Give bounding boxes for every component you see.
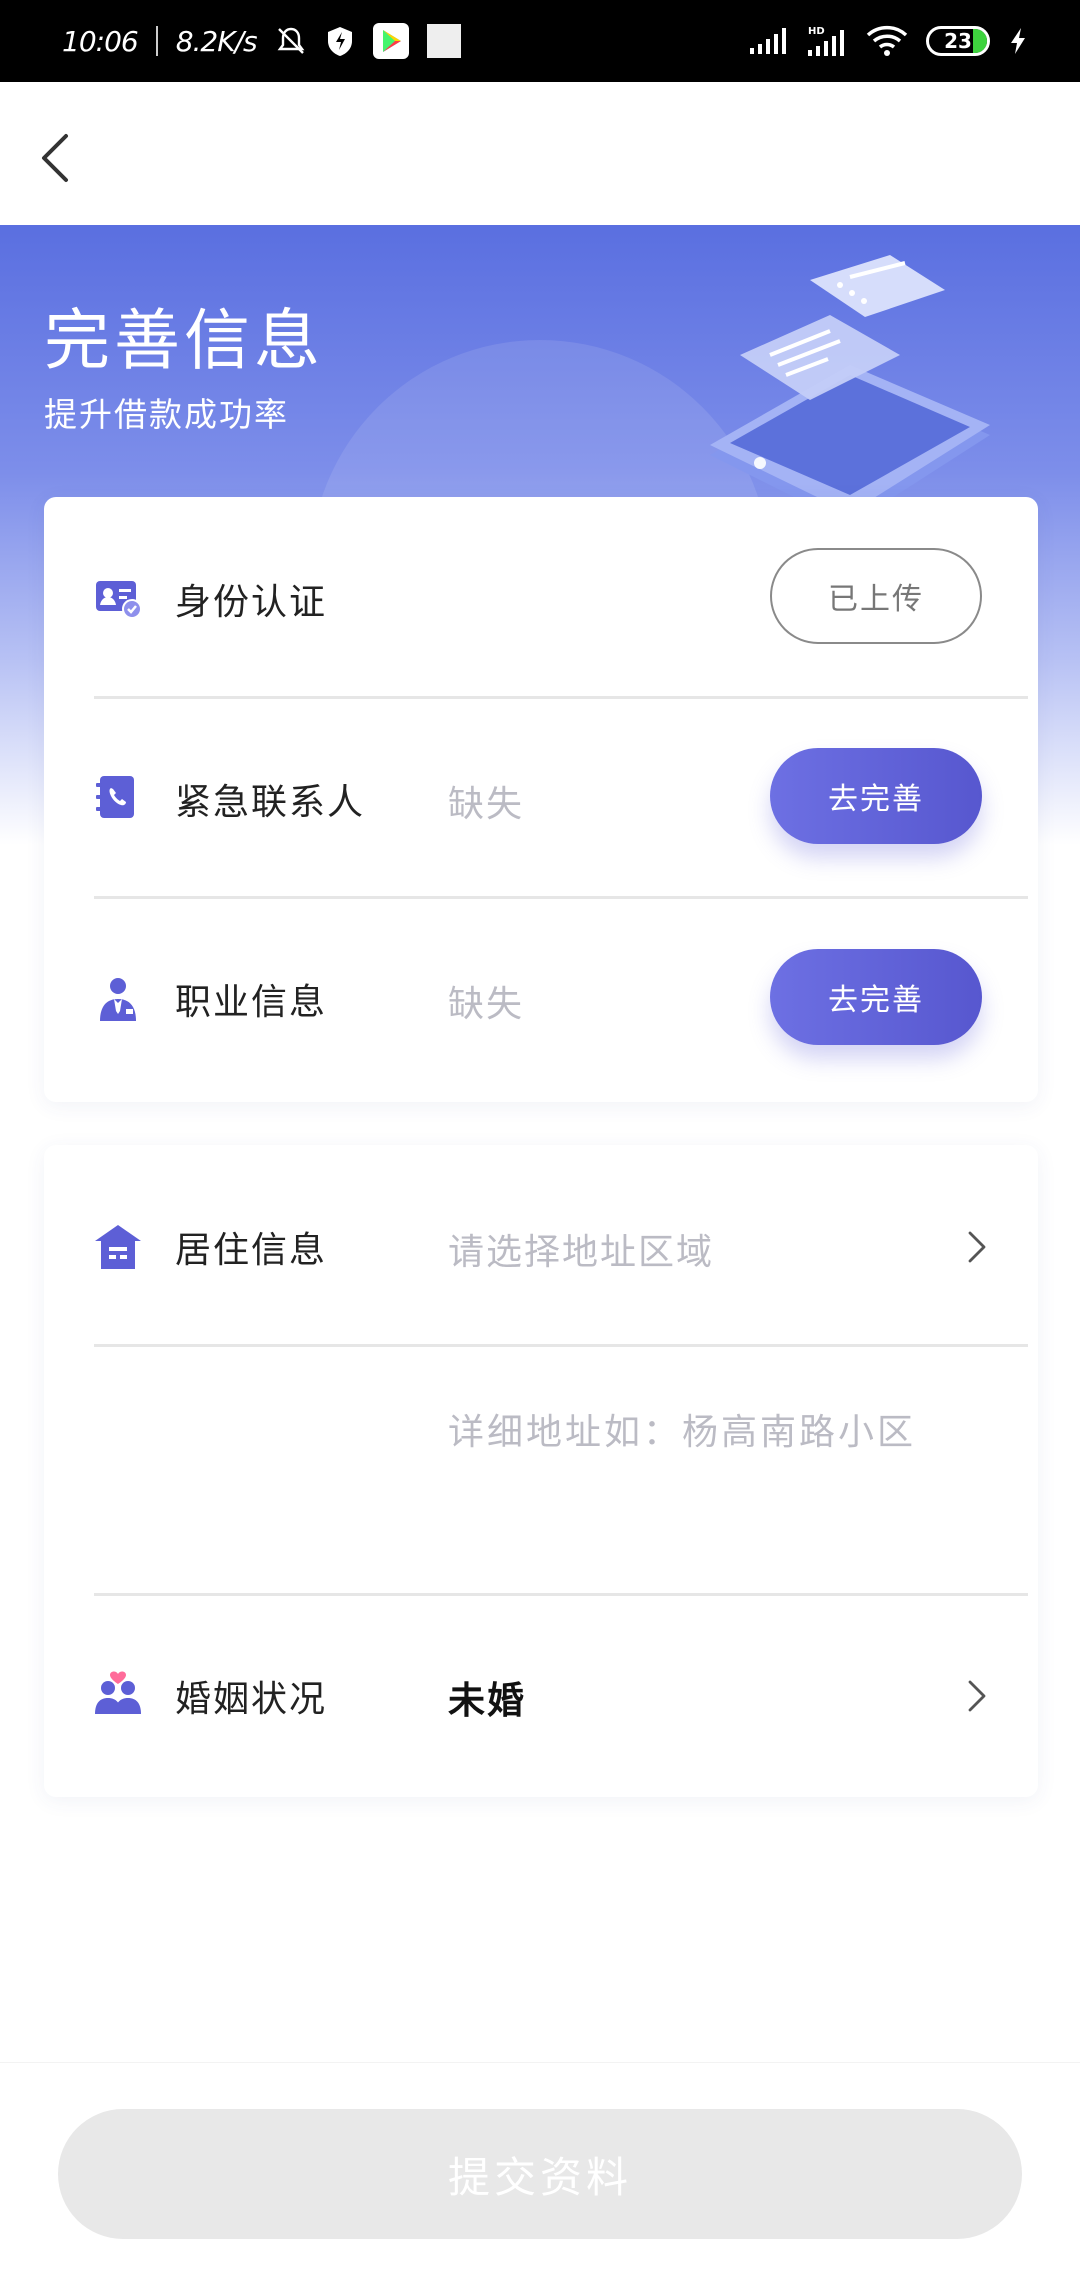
residence-label: 居住信息 <box>175 1230 328 1271</box>
status-left: 10:06 8.2K/s <box>62 23 461 59</box>
notification-square-icon <box>426 24 461 58</box>
house-icon <box>95 1225 141 1269</box>
emergency-contact-status: 缺失 <box>448 784 525 825</box>
emergency-contact-label: 紧急联系人 <box>175 782 366 823</box>
chevron-left-icon <box>42 134 68 182</box>
detail-address-input[interactable]: 详细地址如：杨高南路小区 <box>448 1403 968 1463</box>
area-select[interactable]: 请选择地址区域 <box>448 1223 714 1275</box>
svg-text:HD: HD <box>808 26 825 37</box>
submit-button[interactable]: 提交资料 <box>58 2109 1022 2239</box>
marital-value[interactable]: 未婚 <box>448 1670 526 1724</box>
battery-level: 23 <box>944 29 972 53</box>
status-separator <box>155 26 158 56</box>
identity-label: 身份认证 <box>175 582 328 623</box>
battery-icon: 23 <box>926 26 990 56</box>
nav-bar <box>0 82 1080 225</box>
identity-uploaded-button[interactable]: 已上传 <box>770 548 982 644</box>
status-bar: 10:06 8.2K/s HD 23 <box>0 0 1080 82</box>
identity-row[interactable]: 身份认证 已上传 <box>44 497 1038 697</box>
bell-muted-icon <box>277 27 305 54</box>
status-time: 10:06 <box>62 24 139 58</box>
occupation-row[interactable]: 职业信息 缺失 去完善 <box>44 899 1038 1099</box>
emergency-contact-row[interactable]: 紧急联系人 缺失 去完善 <box>44 699 1038 899</box>
residence-card: 居住信息 请选择地址区域 详细地址如：杨高南路小区 婚姻状况 未婚 <box>44 1145 1038 1797</box>
marital-row[interactable]: 婚姻状况 未婚 <box>44 1596 1038 1796</box>
signal-hd-icon: HD <box>808 26 844 56</box>
divider <box>94 1344 1028 1347</box>
id-card-icon <box>96 581 142 619</box>
status-right: HD 23 <box>748 24 1028 58</box>
emergency-contact-complete-button[interactable]: 去完善 <box>770 748 982 844</box>
auth-card: 身份认证 已上传 紧急联系人 缺失 去完善 职业信息 缺失 去完善 <box>44 497 1038 1102</box>
couple-heart-icon <box>95 1671 141 1714</box>
chevron-right-icon <box>968 1680 986 1712</box>
page-subtitle: 提升借款成功率 <box>44 395 289 434</box>
signal-icon <box>750 28 786 54</box>
bottom-bar: 提交资料 <box>0 2062 1080 2281</box>
occupation-label: 职业信息 <box>175 982 328 1023</box>
page-title: 完善信息 <box>44 302 324 379</box>
phone-book-icon <box>96 776 134 818</box>
charging-icon <box>1011 28 1025 54</box>
play-store-icon <box>372 23 409 59</box>
businessman-icon <box>100 978 136 1021</box>
back-button[interactable] <box>30 122 90 192</box>
wifi-icon <box>866 25 908 56</box>
phone-documents-illustration <box>710 255 990 525</box>
marital-label: 婚姻状况 <box>175 1679 328 1720</box>
network-speed: 8.2K/s <box>175 24 258 58</box>
chevron-right-icon <box>968 1231 986 1263</box>
residence-row[interactable]: 居住信息 请选择地址区域 <box>44 1145 1038 1345</box>
occupation-status: 缺失 <box>448 984 525 1025</box>
shield-icon <box>327 27 352 56</box>
occupation-complete-button[interactable]: 去完善 <box>770 949 982 1045</box>
